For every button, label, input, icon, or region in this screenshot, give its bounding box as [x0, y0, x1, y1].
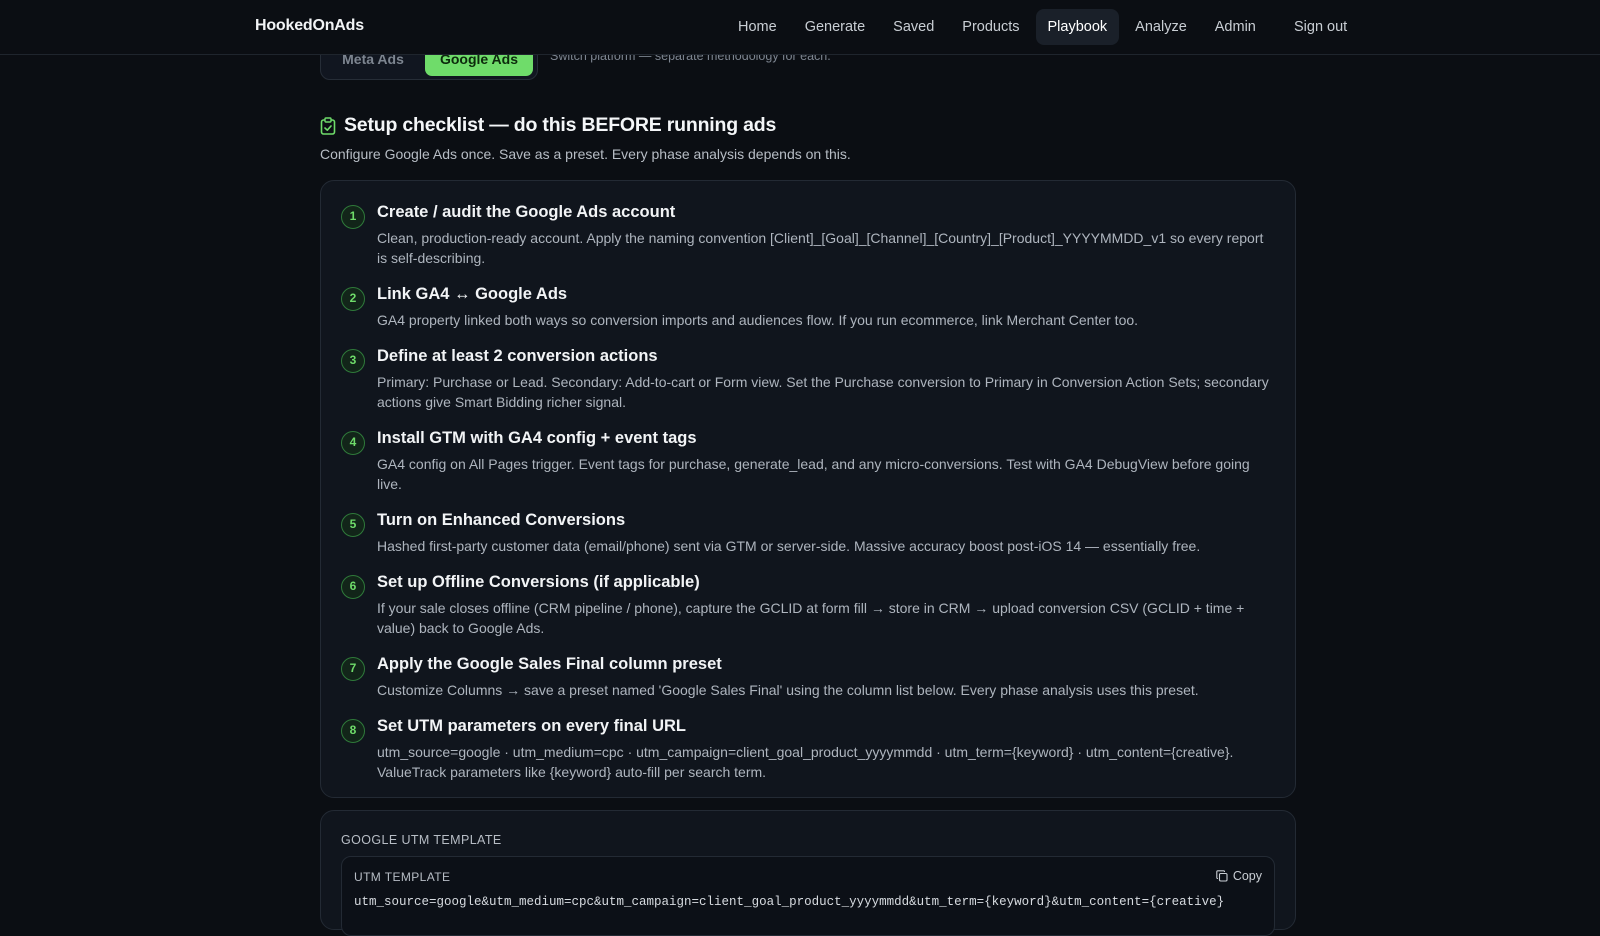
top-nav-bar: HookedOnAds Home Generate Saved Products…	[0, 0, 1600, 55]
sign-out-button[interactable]: Sign out	[1282, 9, 1359, 45]
step-number-badge: 6	[341, 575, 365, 599]
step-description: Primary: Purchase or Lead. Secondary: Ad…	[377, 374, 1269, 410]
copy-button-label: Copy	[1232, 869, 1262, 883]
step-title: Create / audit the Google Ads account	[377, 203, 676, 221]
step-number-badge: 8	[341, 719, 365, 743]
step-description: GA4 property linked both ways so convers…	[377, 312, 1139, 328]
nav-home[interactable]: Home	[726, 9, 789, 45]
step-number-badge: 5	[341, 513, 365, 537]
nav-analyze[interactable]: Analyze	[1123, 9, 1199, 45]
nav-playbook[interactable]: Playbook	[1035, 9, 1120, 45]
step-title: Apply the Google Sales Final column pres…	[377, 655, 722, 673]
step-description: Clean, production-ready account. Apply t…	[377, 230, 1264, 266]
checklist-card: 1 Create / audit the Google Ads account …	[320, 180, 1296, 798]
nav-admin[interactable]: Admin	[1203, 9, 1268, 45]
step-title: Set up Offline Conversions (if applicabl…	[377, 573, 700, 591]
step-number-badge: 7	[341, 657, 365, 681]
step-description: Hashed first-party customer data (email/…	[377, 538, 1201, 554]
step-number-badge: 1	[341, 205, 365, 229]
step-description: utm_source=google · utm_medium=cpc · utm…	[377, 744, 1234, 780]
nav-products[interactable]: Products	[950, 9, 1031, 45]
copy-button[interactable]: Copy	[1216, 869, 1262, 883]
brand-logo[interactable]: HookedOnAds	[255, 17, 364, 35]
step-title: Set UTM parameters on every final URL	[377, 717, 687, 735]
section-subtitle: Configure Google Ads once. Save as a pre…	[320, 146, 851, 162]
clipboard-check-icon	[320, 116, 336, 135]
copy-icon	[1216, 870, 1228, 882]
utm-code-block: UTM TEMPLATE Copy utm_source=google&utm_…	[341, 856, 1275, 936]
nav-generate[interactable]: Generate	[793, 9, 877, 45]
checklist-heading: Setup checklist — do this BEFORE running…	[320, 114, 776, 137]
section-title: Setup checklist — do this BEFORE running…	[344, 114, 777, 136]
main-nav: Home Generate Saved Products Playbook An…	[726, 9, 1272, 45]
step-title: Turn on Enhanced Conversions	[377, 511, 626, 529]
nav-saved[interactable]: Saved	[881, 9, 946, 45]
step-description: Customize Columns → save a preset named …	[377, 682, 1199, 698]
utm-template-card: GOOGLE UTM TEMPLATE UTM TEMPLATE Copy ut…	[320, 810, 1296, 936]
step-number-badge: 2	[341, 287, 365, 311]
step-description: GA4 config on All Pages trigger. Event t…	[377, 456, 1250, 492]
step-description: If your sale closes offline (CRM pipelin…	[377, 600, 1245, 636]
utm-code-text: utm_source=google&utm_medium=cpc&utm_cam…	[354, 895, 1225, 909]
utm-section-label: GOOGLE UTM TEMPLATE	[341, 833, 502, 847]
step-title: Link GA4 ↔ Google Ads	[377, 285, 568, 303]
utm-block-label: UTM TEMPLATE	[354, 870, 451, 884]
step-number-badge: 4	[341, 431, 365, 455]
step-number-badge: 3	[341, 349, 365, 373]
step-title: Install GTM with GA4 config + event tags	[377, 429, 697, 447]
step-title: Define at least 2 conversion actions	[377, 347, 658, 365]
